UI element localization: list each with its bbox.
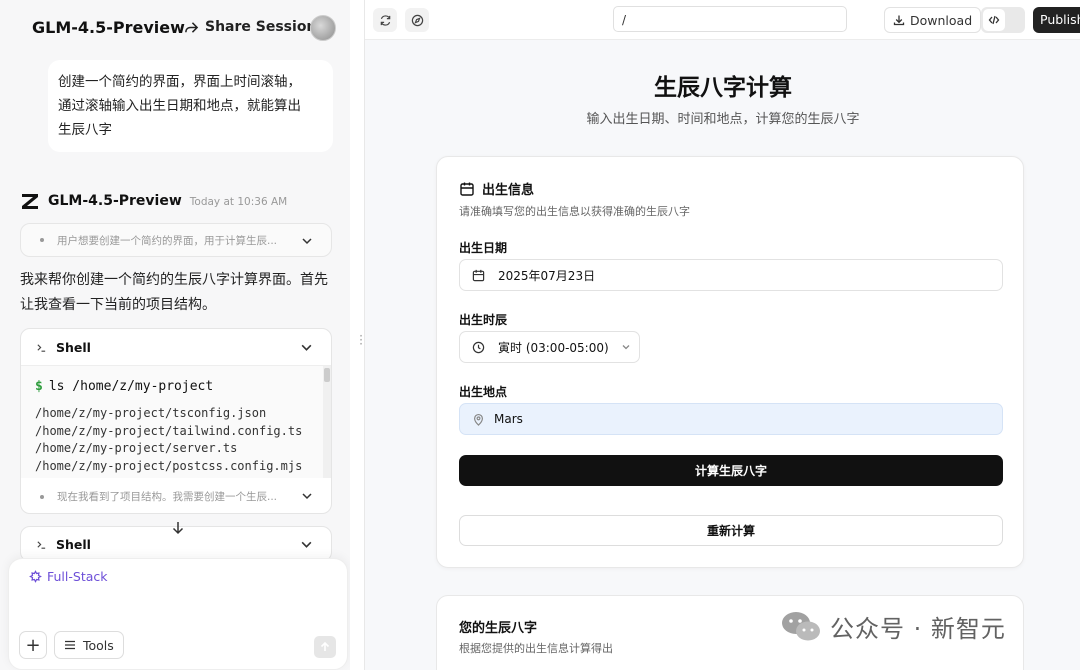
watermark: 公众号 · 新智元 (780, 609, 1006, 644)
birth-place-value: Mars (494, 412, 523, 426)
bullet-dot (40, 495, 44, 499)
terminal-icon (37, 344, 46, 352)
toggle-knob (983, 9, 1005, 31)
result-description: 根据您提供的出生信息计算得出 (459, 642, 613, 655)
message-composer[interactable]: Full-Stack + Tools (8, 558, 348, 670)
calculate-button[interactable]: 计算生辰八字 (459, 455, 1003, 486)
share-icon (185, 21, 199, 33)
shell-label: Shell (56, 340, 91, 355)
app-title: GLM-4.5-Preview (32, 18, 185, 37)
user-message-line: 创建一个简约的界面，界面上时间滚轴， (58, 74, 301, 90)
assistant-message: 我来帮你创建一个简约的生辰八字计算界面。首先让我查看一下当前的项目结构。 (20, 272, 328, 313)
download-label: Download (910, 12, 973, 28)
page-subtitle: 输入出生日期、时间和地点，计算您的生辰八字 (586, 112, 860, 127)
birth-info-card: 出生信息 请准确填写您的出生信息以获得准确的生辰八字 出生日期 2025年07月… (436, 156, 1024, 568)
avatar[interactable] (310, 15, 336, 41)
compass-icon (411, 14, 423, 26)
shell-label: Shell (56, 537, 91, 552)
birth-time-label: 出生时辰 (459, 313, 508, 327)
shell-output: $ ls /home/z/my-project /home/z/my-projec… (21, 366, 331, 478)
preview-url-input[interactable]: / (613, 6, 847, 32)
fullstack-mode-toggle[interactable]: Full-Stack (29, 569, 108, 584)
chat-header: GLM-4.5-Preview Share Session (0, 0, 350, 56)
clock-icon (472, 341, 485, 353)
user-message-line: 通过滚轴输入出生日期和地点，就能算出 (58, 98, 301, 114)
model-header: GLM-4.5-Preview Today at 10:36 AM (20, 190, 287, 212)
chevron-down-icon[interactable] (301, 490, 313, 502)
birth-date-field[interactable]: 2025年07月23日 (459, 259, 1003, 291)
shell-output-line: /home/z/my-project/tailwind.config.ts (35, 423, 303, 438)
add-attachment-button[interactable]: + (19, 631, 47, 659)
download-button[interactable]: Download (884, 7, 982, 33)
birth-date-label: 出生日期 (459, 241, 508, 255)
birth-date-value: 2025年07月23日 (498, 268, 596, 283)
thinking-summary: 用户想要创建一个简约的界面，用于计算生辰... (57, 235, 278, 247)
shell-scrollbar[interactable] (323, 366, 331, 478)
thinking-collapsible[interactable]: 现在我看到了项目结构。我需要创建一个生辰... (21, 479, 331, 513)
birth-time-select[interactable]: 寅时 (03:00-05:00) (459, 331, 640, 363)
send-button[interactable] (314, 636, 336, 658)
shell-output-line: /home/z/my-project/server.ts (35, 441, 238, 456)
page-title: 生辰八字计算 (654, 75, 792, 101)
mode-label: Full-Stack (47, 569, 108, 584)
card-title: 出生信息 (482, 183, 535, 198)
chevron-down-icon[interactable] (300, 341, 313, 354)
calendar-icon (460, 182, 474, 196)
preview-toolbar: / Download Publish (365, 0, 1080, 40)
calendar-icon (472, 269, 485, 281)
map-pin-icon (473, 413, 484, 426)
shell-output-line: /home/z/my-project/tsconfig.json (35, 406, 267, 420)
tools-label: Tools (83, 637, 114, 653)
prompt-symbol: $ (35, 379, 43, 394)
share-session-label: Share Session (205, 19, 317, 35)
chevron-down-icon[interactable] (300, 538, 313, 551)
result-title: 您的生辰八字 (459, 621, 538, 636)
sparkle-icon (29, 570, 42, 583)
message-timestamp: Today at 10:36 AM (189, 196, 288, 208)
user-message-line: 生辰八字 (58, 122, 112, 138)
publish-button[interactable]: Publish (1033, 7, 1080, 33)
thinking-collapsible[interactable]: 用户想要创建一个简约的界面，用于计算生辰... (20, 223, 332, 257)
user-message: 创建一个简约的界面，界面上时间滚轴， 通过滚轴输入出生日期和地点，就能算出 生辰… (48, 60, 333, 152)
chevron-down-icon[interactable] (301, 235, 313, 247)
birth-place-label: 出生地点 (459, 385, 508, 399)
card-header: 出生信息 (459, 179, 534, 198)
birth-place-input[interactable]: Mars (459, 403, 1003, 435)
share-session-button[interactable]: Share Session (184, 19, 316, 35)
thinking-summary: 现在我看到了项目结构。我需要创建一个生辰... (57, 491, 278, 503)
terminal-icon (37, 541, 46, 549)
code-icon (988, 15, 1000, 25)
model-name: GLM-4.5-Preview (48, 193, 182, 209)
shell-command: ls /home/z/my-project (48, 379, 214, 394)
scrollbar-thumb[interactable] (324, 368, 330, 382)
watermark-text: 公众号 · 新智元 (830, 615, 1006, 643)
download-icon (893, 15, 905, 26)
arrow-down-icon[interactable] (170, 520, 186, 536)
tools-button[interactable]: Tools (54, 631, 124, 659)
shell-output-lines: /home/z/my-project/tsconfig.json/home/z/… (35, 405, 302, 475)
wechat-icon (782, 611, 820, 640)
birth-time-value: 寅时 (03:00-05:00) (498, 340, 609, 355)
shell-output-line: /home/z/my-project/postcss.config.mjs (35, 458, 303, 473)
reset-button[interactable]: 重新计算 (459, 515, 1003, 546)
navigate-button[interactable] (405, 8, 429, 32)
chat-panel: GLM-4.5-Preview Share Session 创建一个简约的界面，… (0, 0, 350, 670)
shell-command-line: $ ls /home/z/my-project (35, 379, 213, 394)
chevron-down-icon (622, 345, 630, 350)
shell-tool-block: Shell $ ls /home/z/my-project /home/z/my-… (20, 328, 332, 514)
preview-panel: / Download Publish 生辰八字计算 输入出生日期、时间和地点，计… (364, 0, 1080, 670)
z-logo-icon (22, 194, 38, 209)
list-icon (65, 640, 75, 650)
code-view-toggle[interactable] (981, 7, 1025, 33)
send-icon (320, 641, 330, 651)
shell-header[interactable]: Shell (21, 329, 331, 366)
refresh-button[interactable] (373, 8, 397, 32)
refresh-icon (380, 14, 390, 26)
bullet-dot (40, 238, 44, 242)
card-description: 请准确填写您的出生信息以获得准确的生辰八字 (459, 205, 690, 218)
